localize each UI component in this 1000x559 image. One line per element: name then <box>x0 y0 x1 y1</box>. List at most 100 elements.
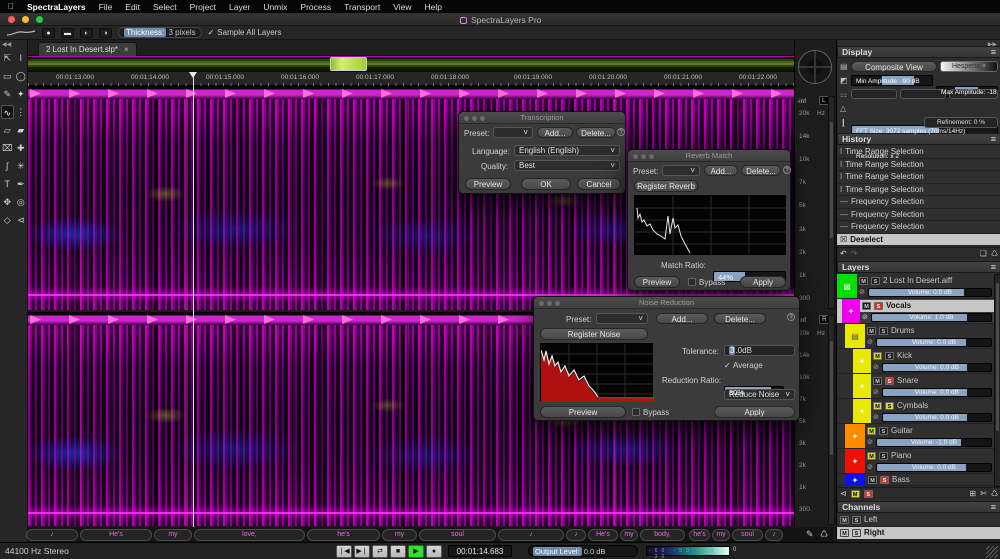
clone-stamp-tool[interactable]: ⌧ <box>1 141 14 155</box>
brush-shape-wide-button[interactable]: ▬ <box>61 28 74 38</box>
brush-shape-contrast-button[interactable]: ◑ <box>99 28 112 38</box>
bypass-checkbox[interactable] <box>632 408 640 416</box>
layer-color-swatch[interactable]: ✦ <box>845 424 865 448</box>
lyric-segment[interactable]: ♪ <box>765 529 783 541</box>
lyric-segment[interactable]: he's <box>307 529 380 541</box>
extract-layer-icon[interactable]: ✄ <box>980 489 987 498</box>
amplitude-icon[interactable]: ◩ <box>840 76 848 85</box>
record-button[interactable]: ● <box>426 545 442 558</box>
dotted-line-tool[interactable]: ⋮ <box>15 105 27 119</box>
spray-tool[interactable]: ✳ <box>15 159 28 173</box>
dialog-zoom-icon[interactable] <box>555 301 560 306</box>
menu-help[interactable]: Help <box>424 2 441 12</box>
solo-button[interactable]: S <box>885 402 894 410</box>
menu-app[interactable]: SpectraLayers <box>27 2 86 12</box>
hand-tool[interactable]: ✥ <box>1 195 14 209</box>
layer-row[interactable]: ✦ M S Guitar ⊘ Volume: -1.0 dB <box>837 424 994 449</box>
transcription-dialog-titlebar[interactable]: Transcription <box>459 112 625 124</box>
copy-history-icon[interactable]: ❏ <box>980 249 987 258</box>
brush-tool[interactable]: ✎ <box>1 87 14 101</box>
output-level-control[interactable]: Output Level: 0.0 dB <box>528 545 638 557</box>
layer-volume-slider[interactable]: Volume: 0.0 dB <box>882 363 992 372</box>
fft-peak-icon[interactable]: △ <box>840 104 846 113</box>
phase-icon[interactable]: ⊘ <box>873 363 879 371</box>
lyric-segment[interactable]: He's <box>588 529 618 541</box>
scrollbar-right-channel[interactable] <box>828 315 835 525</box>
mute-button[interactable]: M <box>868 476 877 484</box>
solo-button[interactable]: S <box>852 516 861 524</box>
display-menu-icon[interactable]: ≡ <box>991 47 996 57</box>
lyric-segment[interactable]: ♪ <box>566 529 586 541</box>
mute-button[interactable]: M <box>840 529 849 537</box>
lyric-segment[interactable]: soul <box>732 529 763 541</box>
go-to-start-button[interactable]: ❘◀ <box>336 545 352 558</box>
menu-edit[interactable]: Edit <box>125 2 140 12</box>
menu-unmix[interactable]: Unmix <box>263 2 287 12</box>
display-option-1[interactable] <box>851 89 897 99</box>
history-menu-icon[interactable]: ≡ <box>991 134 996 144</box>
layers-menu-icon[interactable]: ≡ <box>991 262 996 272</box>
tab-close-icon[interactable]: × <box>124 45 129 54</box>
layer-row[interactable]: ▤ M S Drums ⊘ Volume: 0.0 dB <box>837 324 994 349</box>
overview-viewport[interactable] <box>330 57 367 71</box>
move-tool[interactable]: ⇱ <box>1 51 14 65</box>
solo-button[interactable]: S <box>871 277 880 285</box>
mute-button[interactable]: M <box>873 377 882 385</box>
solo-button[interactable]: S <box>874 302 883 310</box>
new-layer-icon[interactable]: ⊞ <box>969 489 976 498</box>
preview-button[interactable]: Preview <box>634 276 680 288</box>
magic-wand-tool[interactable]: ✦ <box>15 87 28 101</box>
solo-button[interactable]: S <box>885 377 894 385</box>
help-icon[interactable]: ? <box>787 313 795 321</box>
channels-menu-icon[interactable]: ≡ <box>991 502 996 512</box>
close-window-button[interactable] <box>8 16 15 23</box>
dialog-close-icon[interactable] <box>539 301 544 306</box>
preset-dropdown[interactable]: ˅ <box>493 127 533 138</box>
lyric-segment[interactable]: He's <box>80 529 152 541</box>
phase-icon[interactable]: ⊘ <box>862 313 868 321</box>
text-anchor-tool[interactable]: T <box>1 177 14 191</box>
picker-tool[interactable]: ✒ <box>15 177 28 191</box>
speaker-icon[interactable]: ⊲ <box>840 489 847 498</box>
history-item[interactable]: ITime Range Selection <box>837 184 1000 197</box>
lyric-segment[interactable]: my <box>712 529 730 541</box>
preset-add-button[interactable]: Add... <box>704 165 738 176</box>
layer-row[interactable]: ✦ M S Bass <box>837 474 994 486</box>
lyric-segment[interactable]: ♪ <box>26 529 78 541</box>
redo-icon[interactable]: ↷ <box>851 249 858 258</box>
cube-3d-tool[interactable]: ◇ <box>1 213 14 227</box>
playback-tool[interactable]: ⊲ <box>15 213 28 227</box>
lyric-segment[interactable]: my <box>620 529 638 541</box>
brush-shape-round-button[interactable]: ● <box>42 28 55 38</box>
menu-select[interactable]: Select <box>153 2 177 12</box>
phase-icon[interactable]: ⊘ <box>859 288 865 296</box>
eraser-tool[interactable]: ▱ <box>1 123 14 137</box>
brush-shape-half-button[interactable]: ◐ <box>80 28 93 38</box>
layer-volume-slider[interactable]: Volume: 0.0 dB <box>868 288 992 297</box>
global-solo-button[interactable]: S <box>864 490 873 498</box>
help-icon[interactable]: ? <box>617 128 625 136</box>
layer-volume-slider[interactable]: Volume: 0.0 dB <box>876 463 992 472</box>
layers-view-icon[interactable]: ▤ <box>840 62 848 71</box>
global-mute-button[interactable]: M <box>851 490 860 498</box>
layer-volume-slider[interactable]: Volume: 0.0 dB <box>882 413 992 422</box>
solo-button[interactable]: S <box>885 352 894 360</box>
dialog-zoom-icon[interactable] <box>480 116 485 121</box>
layer-row-selected[interactable]: ✦ M S Vocals ⊘ Volume: 1.0 dB <box>837 299 994 324</box>
pan-scope[interactable] <box>798 50 832 84</box>
solo-button[interactable]: S <box>879 427 888 435</box>
quality-dropdown[interactable]: Best˅ <box>514 160 620 171</box>
time-selection-tool[interactable]: I <box>15 51 28 65</box>
history-item-selected[interactable]: ☒Deselect <box>837 234 1000 247</box>
resolution-icon[interactable]: ❙ <box>840 118 847 127</box>
phase-icon[interactable]: ⊘ <box>873 388 879 396</box>
preset-delete-button[interactable]: Delete... <box>741 165 781 176</box>
lyric-segment[interactable]: love, <box>194 529 305 541</box>
pencil-line-tool[interactable]: ∿ <box>1 105 14 119</box>
colormap-dropdown[interactable]: Hesperia ˅ <box>940 61 998 72</box>
phase-icon[interactable]: ⊘ <box>867 463 873 471</box>
apply-button[interactable]: Apply <box>714 406 795 418</box>
history-item[interactable]: ITime Range Selection <box>837 171 1000 184</box>
history-item[interactable]: ITime Range Selection <box>837 159 1000 172</box>
curve-tool[interactable]: ∫ <box>1 159 14 173</box>
